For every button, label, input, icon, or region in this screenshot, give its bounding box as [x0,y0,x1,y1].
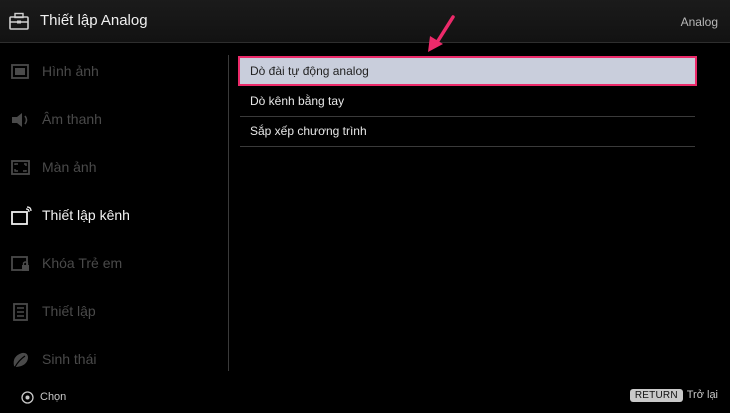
sidebar-item-parental-lock[interactable]: Khóa Trẻ em [0,244,226,284]
header-bar: Thiết lập Analog Analog [0,0,730,43]
settings-sidebar: Hình ảnh Âm thanh Màn ảnh Thiết lập kênh… [0,48,226,378]
menu-item-label: Dò đài tự động analog [250,64,369,78]
sidebar-item-label: Khóa Trẻ em [42,255,123,271]
menu-item-label: Dò kênh bằng tay [250,94,345,108]
annotation-arrow-icon [428,15,455,52]
analog-setup-menu: Dò đài tự động analog Dò kênh bằng tay S… [238,56,697,147]
return-key-button[interactable]: RETURN [629,389,683,402]
sidebar-item-eco[interactable]: Sinh thái [0,340,226,380]
return-hint: RETURN Trở lại [629,389,718,405]
sidebar-item-label: Âm thanh [42,111,102,127]
dpad-icon [21,391,34,404]
source-mode-label: Analog [680,15,718,29]
channel-setup-icon [11,206,32,225]
settings-icon [13,303,28,321]
menu-item-label: Sắp xếp chương trình [250,124,367,138]
menu-item-program-sorting[interactable]: Sắp xếp chương trình [240,117,695,147]
panel-divider [228,55,229,371]
toolbox-icon [9,12,29,30]
sidebar-item-picture[interactable]: Hình ảnh [0,52,226,92]
sidebar-item-label: Thiết lập [42,303,96,319]
menu-item-manual-tuning[interactable]: Dò kênh bằng tay [240,87,695,117]
sidebar-item-settings[interactable]: Thiết lập [0,292,226,332]
sidebar-item-screen[interactable]: Màn ảnh [0,148,226,188]
back-hint-label: Trở lại [686,389,718,401]
sidebar-item-label: Màn ảnh [42,159,97,175]
sidebar-item-label: Thiết lập kênh [42,207,130,223]
menu-item-auto-tuning[interactable]: Dò đài tự động analog [238,56,697,86]
sidebar-item-label: Hình ảnh [42,63,99,79]
sidebar-item-channel-setup[interactable]: Thiết lập kênh [0,196,226,236]
parental-lock-icon [11,256,29,271]
sidebar-item-sound[interactable]: Âm thanh [0,100,226,140]
select-hint-label: Chọn [40,391,67,403]
sidebar-item-label: Sinh thái [42,351,97,367]
picture-icon [11,64,29,79]
page-title: Thiết lập Analog [40,12,148,29]
eco-leaf-icon [13,352,28,368]
speaker-icon [12,113,28,127]
screen-icon [11,160,30,175]
